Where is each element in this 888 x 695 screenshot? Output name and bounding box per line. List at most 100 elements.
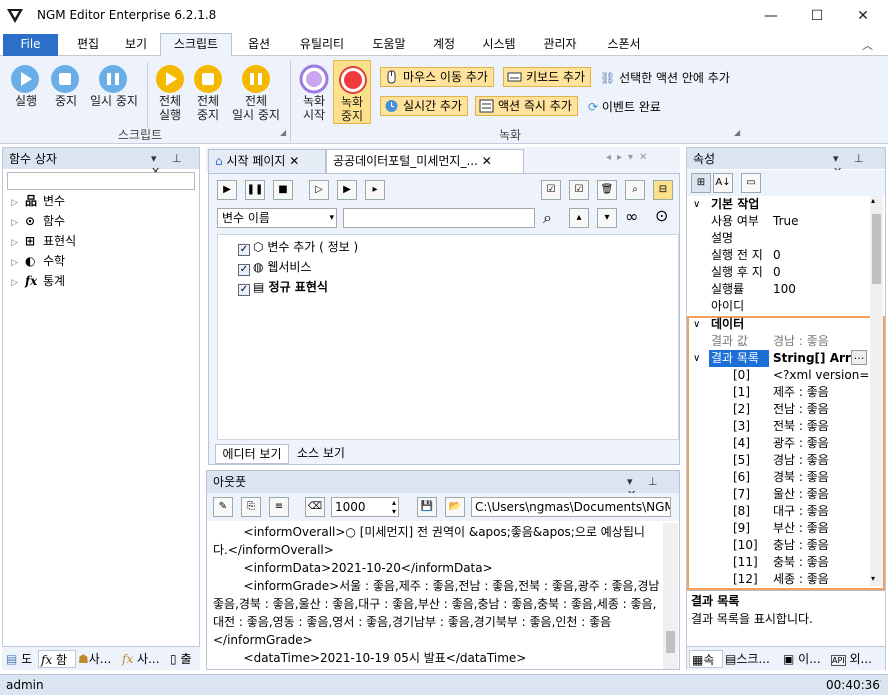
result-list-row[interactable]: [12] 세종 : 좋음	[687, 571, 870, 588]
category-data[interactable]: ∨ 데이터	[687, 316, 870, 333]
dialog-launcher-icon[interactable]: ◢	[734, 128, 740, 137]
property-value[interactable]: 0	[773, 264, 870, 281]
list-button[interactable]: ≡	[269, 497, 289, 517]
property-row-result-value[interactable]: 결과 값 경남 : 좋음	[687, 333, 870, 350]
expand-arrow-icon[interactable]: ▷	[11, 213, 25, 233]
scroll-down-icon[interactable]: ▾	[871, 574, 875, 583]
run-button[interactable]	[10, 64, 42, 94]
result-list-row[interactable]: [11] 충북 : 좋음	[687, 554, 870, 571]
property-row[interactable]: 실행률 100	[687, 281, 870, 298]
checkbox[interactable]: ✓	[238, 264, 250, 276]
property-value[interactable]: 0	[773, 247, 870, 264]
alphabetical-button[interactable]: A↓	[713, 173, 733, 193]
tree-item-statistics[interactable]: ▷ fx 통계	[11, 271, 65, 291]
collapse-icon[interactable]: ∨	[693, 196, 700, 213]
add-keyboard-button[interactable]: 키보드 추가	[503, 67, 592, 87]
output-path-field[interactable]: C:\Users\ngmas\Documents\NGM6\	[471, 497, 671, 517]
property-row[interactable]: 실행 전 지 0	[687, 247, 870, 264]
close-tab-icon[interactable]: ✕	[289, 154, 299, 168]
add-in-selected-action-button[interactable]: ⛓ 선택한 액션 안에 추가	[600, 69, 730, 86]
expand-arrow-icon[interactable]: ▷	[11, 233, 25, 253]
pause-button[interactable]: ❚❚	[245, 180, 265, 200]
move-up-button[interactable]: ▴	[569, 208, 589, 228]
tab-left-5[interactable]: ▯ 출	[170, 650, 191, 668]
property-value[interactable]: True	[773, 213, 870, 230]
event-complete-button[interactable]: ⟳ 이벤트 완료	[588, 98, 661, 115]
scroll-up-icon[interactable]: ▴	[871, 196, 875, 205]
play-button[interactable]: ▶	[217, 180, 237, 200]
function-search-input[interactable]	[7, 172, 195, 190]
result-list-row[interactable]: [10] 충남 : 좋음	[687, 537, 870, 554]
stop-button[interactable]: ■	[273, 180, 293, 200]
search-button[interactable]: ⌕	[625, 180, 645, 200]
line-count-stepper[interactable]: 1000 ▴ ▾	[331, 497, 399, 517]
tab-left-function[interactable]: fx 함	[38, 650, 76, 668]
tab-admin[interactable]: 관리자	[536, 34, 584, 56]
step-play-button[interactable]: ▷	[309, 180, 329, 200]
categorized-button[interactable]: ⊞	[691, 173, 711, 193]
result-list-row[interactable]: [8] 대구 : 좋음	[687, 503, 870, 520]
more-icon[interactable]: ⊙	[655, 206, 668, 225]
property-row[interactable]: 아이디	[687, 298, 870, 315]
tree-item-math[interactable]: ▷ ◐ 수학	[11, 251, 65, 271]
output-scrollbar[interactable]	[663, 523, 678, 669]
property-pages-button[interactable]: ▭	[741, 173, 761, 193]
check-all-button[interactable]: ☑	[541, 180, 561, 200]
tab-view[interactable]: 보기	[118, 34, 154, 56]
ellipsis-button[interactable]: ...	[851, 350, 867, 365]
collapse-icon[interactable]: ∨	[693, 350, 700, 367]
search-icon[interactable]: ⌕	[543, 208, 552, 228]
tab-editor-view[interactable]: 에디터 보기	[215, 444, 289, 464]
collapse-icon[interactable]: ∨	[693, 316, 700, 333]
add-realtime-button[interactable]: 실시간 추가	[380, 96, 469, 116]
close-tab-icon[interactable]: ✕	[482, 154, 492, 168]
record-stop-button[interactable]: 녹화 중지	[333, 60, 371, 124]
tab-properties[interactable]: ▦속	[689, 650, 723, 668]
tab-external[interactable]: API 외...	[831, 650, 872, 668]
result-list-row[interactable]: [0] <?xml version="1	[687, 367, 870, 384]
result-list-row[interactable]: [2] 전남 : 좋음	[687, 401, 870, 418]
tab-script-list[interactable]: ▤스크...	[725, 650, 770, 668]
tree-item-variable[interactable]: ▷ 品 변수	[11, 191, 65, 211]
property-value[interactable]: 100	[773, 281, 870, 298]
tab-help[interactable]: 도움말	[366, 34, 412, 56]
scrollbar-thumb[interactable]	[872, 214, 881, 284]
tab-public-data[interactable]: 공공데이터포털_미세먼지_... ✕	[326, 149, 524, 173]
close-button[interactable]: ✕	[840, 0, 886, 32]
step-in-button[interactable]: ▶	[337, 180, 357, 200]
pause-all-button[interactable]	[241, 64, 271, 94]
category-basic[interactable]: ∨ 기본 작업	[687, 196, 870, 213]
checkbox[interactable]: ✓	[238, 244, 250, 256]
result-list-row[interactable]: [7] 울산 : 좋음	[687, 486, 870, 503]
tree-item-function[interactable]: ▷ ⊙ 함수	[11, 211, 65, 231]
tree-view-button[interactable]: ⊟	[653, 180, 673, 200]
result-list-row[interactable]: [1] 제주 : 좋음	[687, 384, 870, 401]
tree-item-expression[interactable]: ▷ ⊞ 표현식	[11, 231, 76, 251]
result-list-row[interactable]: [6] 경북 : 좋음	[687, 469, 870, 486]
copy-button[interactable]: ⎘	[241, 497, 261, 517]
expand-arrow-icon[interactable]: ▷	[11, 253, 25, 273]
tab-edit[interactable]: 편집	[70, 34, 106, 56]
properties-scrollbar[interactable]: ▴ ▾	[870, 196, 883, 586]
brush-button[interactable]: ✎	[213, 497, 233, 517]
add-action-immediate-button[interactable]: 액션 즉시 추가	[475, 96, 578, 116]
delete-button[interactable]: 🗑	[597, 180, 617, 200]
expand-arrow-icon[interactable]: ▷	[11, 193, 25, 213]
result-list-row[interactable]: [5] 경남 : 좋음	[687, 452, 870, 469]
open-folder-button[interactable]: 📂	[445, 497, 465, 517]
pause-button[interactable]	[98, 64, 128, 94]
tab-left-1[interactable]: ▤ 도	[6, 650, 32, 668]
tab-account[interactable]: 계정	[426, 34, 462, 56]
step-over-button[interactable]: ▸	[365, 180, 385, 200]
minimize-button[interactable]: —	[748, 0, 794, 32]
check-button[interactable]: ☑	[569, 180, 589, 200]
stepper-arrows-icon[interactable]: ▴ ▾	[392, 498, 396, 516]
record-start-button[interactable]	[299, 64, 329, 94]
maximize-button[interactable]: ☐	[794, 0, 840, 32]
tab-image[interactable]: ▣ 이...	[783, 650, 821, 668]
tab-left-3[interactable]: ☗사...	[78, 650, 111, 668]
editor-item-regex[interactable]: ✓ ▤ 정규 표현식	[238, 277, 328, 297]
stop-all-button[interactable]	[193, 64, 223, 94]
expand-arrow-icon[interactable]: ▷	[11, 273, 25, 293]
tab-script[interactable]: 스크립트	[162, 34, 230, 56]
